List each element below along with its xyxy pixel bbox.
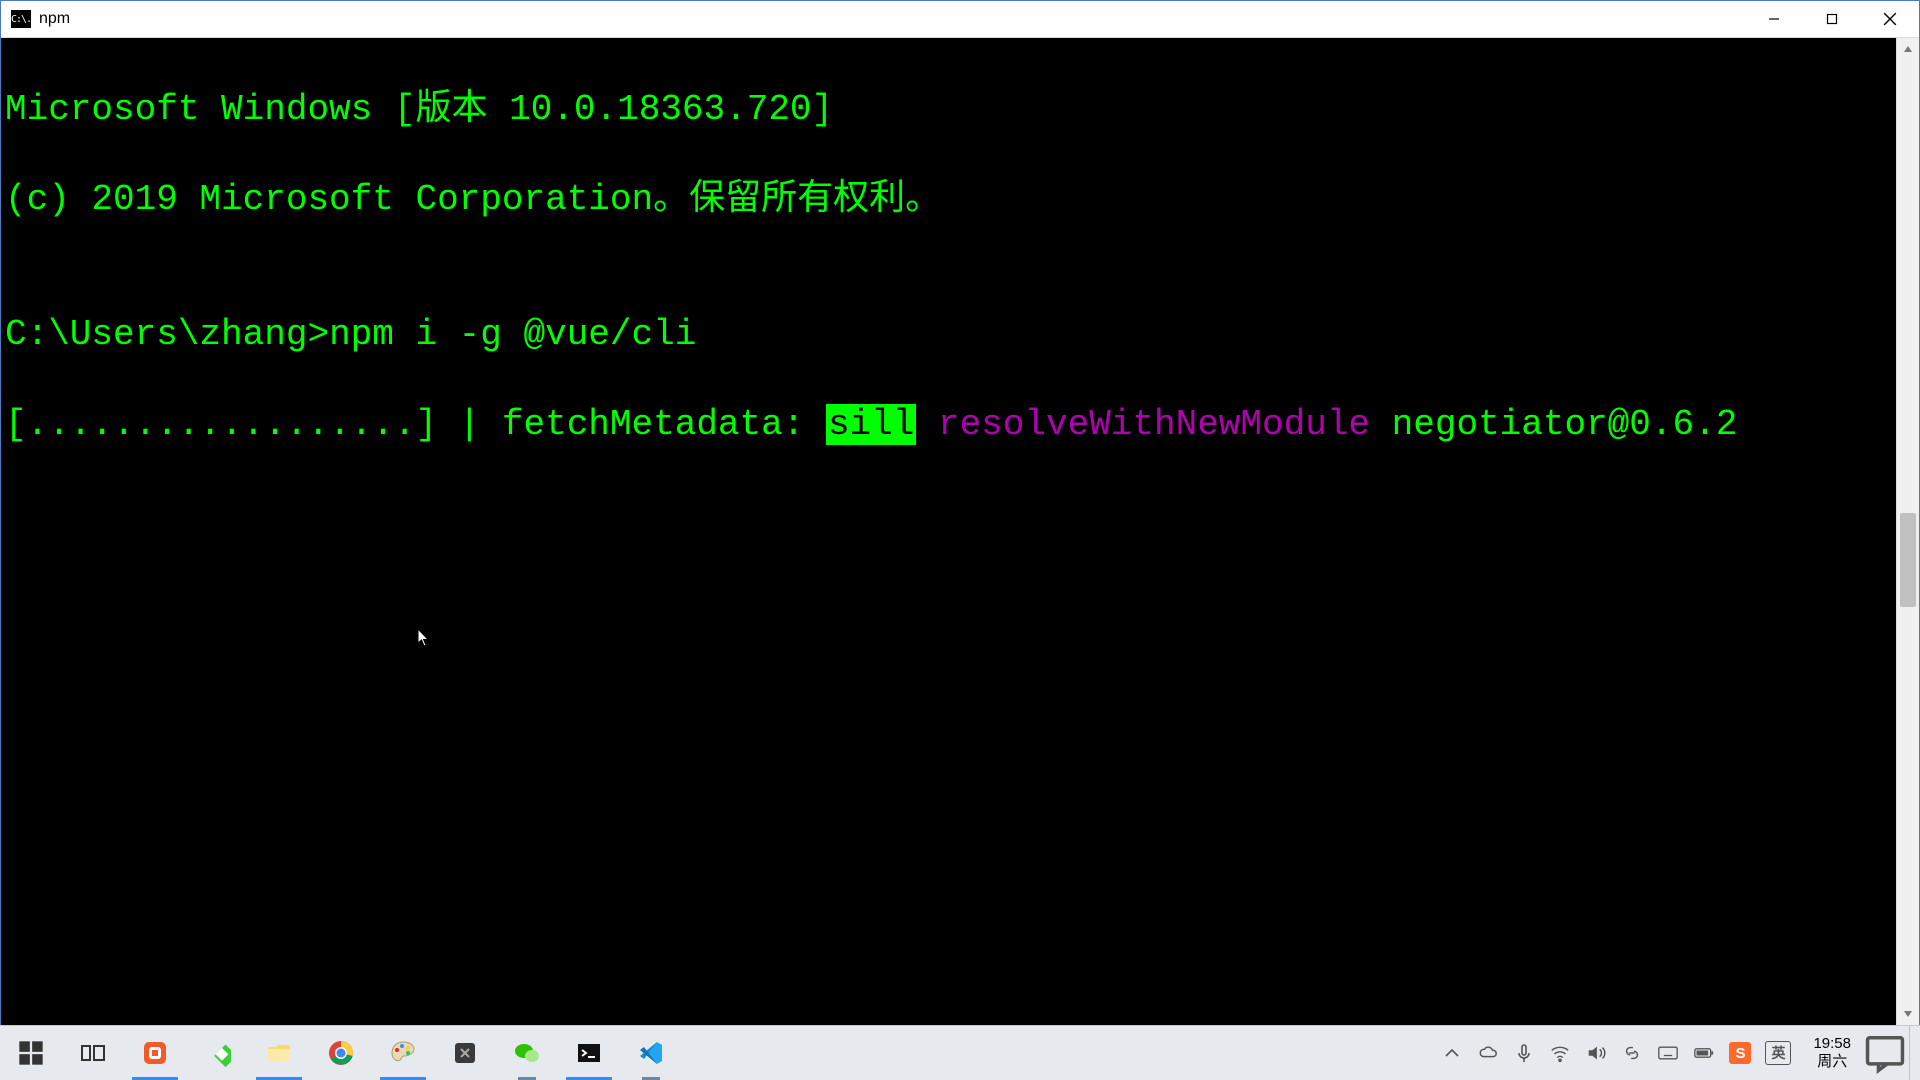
- taskbar: S 英 19:58 周六: [0, 1025, 1920, 1080]
- close-button[interactable]: [1861, 1, 1919, 37]
- scroll-thumb[interactable]: [1900, 513, 1916, 607]
- show-desktop-button[interactable]: [1909, 1026, 1920, 1080]
- taskbar-app-terminal[interactable]: [558, 1026, 620, 1080]
- terminal-viewport[interactable]: Microsoft Windows [版本 10.0.18363.720] (c…: [1, 38, 1896, 1025]
- terminal-icon: [575, 1039, 603, 1067]
- taskbar-app-dark-square[interactable]: [434, 1026, 496, 1080]
- minimize-button[interactable]: [1745, 1, 1803, 37]
- titlebar[interactable]: C:\. npm: [1, 1, 1919, 38]
- action-center-button[interactable]: [1861, 1026, 1909, 1080]
- camtasia-icon: [141, 1039, 169, 1067]
- link-icon[interactable]: [1621, 1042, 1643, 1064]
- resolve-text: resolveWithNewModule: [916, 404, 1370, 445]
- terminal-area-wrap: Microsoft Windows [版本 10.0.18363.720] (c…: [1, 38, 1919, 1025]
- taskbar-app-file-explorer[interactable]: [248, 1026, 310, 1080]
- command-prompt-window: C:\. npm Microsoft Windows [版本 10.0.1836…: [0, 0, 1920, 1026]
- dark-app-icon: [451, 1039, 479, 1067]
- onedrive-cloud-icon[interactable]: [1477, 1042, 1499, 1064]
- terminal-line: [..................] | fetchMetadata: si…: [5, 402, 1896, 447]
- prompt-text: C:\Users\zhang>: [5, 314, 329, 355]
- terminal-line: C:\Users\zhang>npm i -g @vue/cli: [5, 312, 1896, 357]
- ime-badge[interactable]: 英: [1765, 1041, 1791, 1065]
- terminal-line: (c) 2019 Microsoft Corporation。保留所有权利。: [5, 177, 1896, 222]
- scroll-up-arrow-icon[interactable]: [1897, 38, 1919, 60]
- terminal-app-icon: C:\.: [11, 10, 31, 28]
- command-text: npm i -g @vue/cli: [329, 314, 696, 355]
- task-view-button[interactable]: [62, 1026, 124, 1080]
- notification-icon: [1861, 1029, 1909, 1077]
- window-title: npm: [39, 10, 70, 28]
- titlebar-controls: [1745, 1, 1919, 37]
- battery-icon[interactable]: [1693, 1042, 1715, 1064]
- volume-icon[interactable]: [1585, 1042, 1607, 1064]
- sogou-ime-icon[interactable]: S: [1729, 1042, 1751, 1064]
- green-diamond-icon: [203, 1039, 231, 1067]
- taskbar-clock[interactable]: 19:58 周六: [1803, 1035, 1861, 1071]
- clock-day: 周六: [1817, 1053, 1847, 1071]
- task-view-icon: [79, 1039, 107, 1067]
- system-tray: S 英: [1441, 1041, 1803, 1065]
- folder-icon: [265, 1039, 293, 1067]
- taskbar-app-chrome[interactable]: [310, 1026, 372, 1080]
- progress-prefix: [..................] | fetchMetadata:: [5, 404, 826, 445]
- taskbar-app-paint[interactable]: [372, 1026, 434, 1080]
- taskbar-app-wechat[interactable]: [496, 1026, 558, 1080]
- mouse-cursor-icon: [417, 628, 431, 648]
- taskbar-left: [0, 1026, 682, 1080]
- maximize-button[interactable]: [1803, 1, 1861, 37]
- taskbar-right: S 英 19:58 周六: [1441, 1026, 1920, 1080]
- taskbar-app-green[interactable]: [186, 1026, 248, 1080]
- clock-time: 19:58: [1813, 1035, 1851, 1053]
- titlebar-left: C:\. npm: [1, 10, 1745, 28]
- scroll-down-arrow-icon[interactable]: [1897, 1003, 1919, 1025]
- package-text: negotiator@0.6.2: [1370, 404, 1737, 445]
- scroll-track[interactable]: [1897, 60, 1919, 1003]
- taskbar-app-vscode[interactable]: [620, 1026, 682, 1080]
- vscode-icon: [637, 1039, 665, 1067]
- paint-palette-icon: [389, 1039, 417, 1067]
- tray-overflow-chevron-up-icon[interactable]: [1441, 1042, 1463, 1064]
- taskbar-app-camtasia[interactable]: [124, 1026, 186, 1080]
- windows-logo-icon: [17, 1039, 45, 1067]
- vertical-scrollbar[interactable]: [1896, 38, 1919, 1025]
- sill-badge: sill: [826, 404, 916, 445]
- wifi-icon[interactable]: [1549, 1042, 1571, 1064]
- keyboard-icon[interactable]: [1657, 1042, 1679, 1064]
- wechat-icon: [513, 1039, 541, 1067]
- chrome-icon: [327, 1039, 355, 1067]
- microphone-icon[interactable]: [1513, 1042, 1535, 1064]
- start-button[interactable]: [0, 1026, 62, 1080]
- terminal-line: Microsoft Windows [版本 10.0.18363.720]: [5, 87, 1896, 132]
